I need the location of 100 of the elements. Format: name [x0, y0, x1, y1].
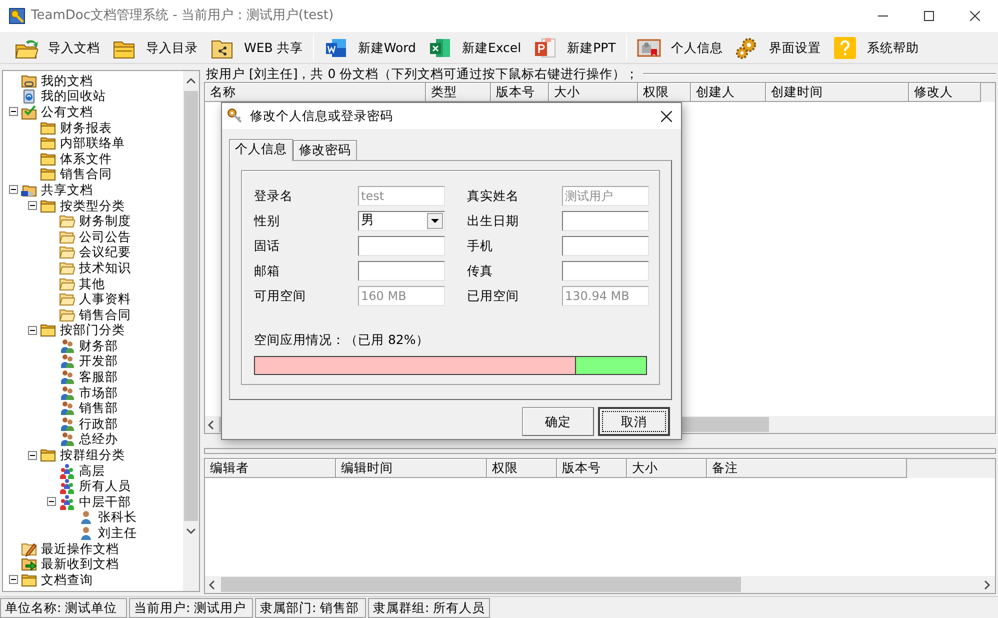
scroll-thumb[interactable] — [184, 91, 198, 521]
column-header[interactable]: 备注 — [707, 459, 907, 478]
toolbar-button[interactable]: 新建Word — [318, 32, 422, 62]
status-panel: 隶属部门: 销售部 — [255, 598, 366, 618]
column-header[interactable]: 版本号 — [557, 459, 627, 478]
document-list-caption: 按用户 [刘主任]，共 0 份文档（下列文档可通过按下鼠标右键进行操作）； — [205, 66, 639, 82]
vertical-scrollbar[interactable] — [183, 71, 199, 591]
people-icon — [59, 400, 75, 416]
column-header[interactable]: 大小 — [627, 459, 707, 478]
people-icon — [59, 431, 75, 448]
field-label: 固话 — [254, 238, 281, 254]
tree-item[interactable]: 会议纪要 — [78, 244, 132, 260]
column-header[interactable]: 编辑时间 — [336, 459, 487, 478]
tree-item[interactable]: 我的文档 — [40, 72, 94, 89]
maximize-icon — [924, 11, 934, 21]
tree-item[interactable]: 所有人员 — [78, 478, 132, 494]
collapse-toggle[interactable] — [28, 450, 36, 460]
people-group-icon — [59, 494, 75, 510]
tree-item[interactable]: 其他 — [78, 276, 106, 292]
tree-item[interactable]: 销售部 — [78, 400, 119, 416]
collapse-toggle[interactable] — [8, 575, 18, 584]
tree-item[interactable]: 市场部 — [78, 384, 119, 401]
field-label: 手机 — [467, 238, 494, 254]
input-field[interactable] — [562, 236, 649, 256]
input-field[interactable] — [562, 261, 649, 281]
tab[interactable]: 修改密码 — [293, 140, 357, 160]
tree-item[interactable]: 最新收到文档 — [40, 556, 120, 572]
dropdown-arrow-icon — [431, 218, 439, 224]
gears-icon — [734, 36, 759, 60]
tree-item[interactable]: 财务报表 — [59, 120, 113, 136]
tree-item[interactable]: 内部联络单 — [59, 135, 126, 152]
column-header[interactable]: 创建人 — [691, 83, 766, 102]
tree-item[interactable]: 体系文件 — [59, 150, 113, 167]
toolbar-button[interactable]: 新建PPT — [527, 32, 622, 62]
scroll-thumb[interactable] — [221, 577, 741, 592]
tree-item[interactable]: 按群组分类 — [59, 447, 126, 464]
toolbar-button[interactable]: 系统帮助 — [826, 32, 925, 62]
dialog-button[interactable]: 确定 — [522, 407, 594, 436]
tree-item[interactable]: 财务制度 — [78, 213, 132, 230]
collapse-toggle[interactable] — [28, 201, 36, 210]
tree-item[interactable]: 按部门分类 — [59, 322, 126, 338]
column-header[interactable]: 大小 — [549, 83, 638, 102]
open-folder-icon — [59, 260, 75, 276]
collapse-toggle[interactable] — [8, 107, 18, 116]
dialog-button[interactable]: 取消 — [598, 407, 670, 436]
tree-item[interactable]: 我的回收站 — [40, 88, 107, 104]
horizontal-scrollbar[interactable] — [205, 576, 995, 593]
gender-dropdown[interactable]: 男 — [358, 211, 445, 231]
tree-item[interactable]: 按类型分类 — [59, 198, 126, 214]
toolbar-button[interactable]: WEB 共享 — [204, 32, 309, 62]
column-header[interactable]: 创建时间 — [766, 83, 909, 102]
toolbar-button[interactable]: 新建Excel — [422, 32, 528, 62]
tree-item[interactable]: 销售合同 — [78, 306, 132, 323]
open-folder-icon — [59, 306, 75, 323]
column-header[interactable]: 类型 — [426, 83, 491, 102]
column-header[interactable]: 权限 — [638, 83, 691, 102]
tree-item[interactable]: 销售合同 — [59, 166, 113, 182]
column-header[interactable]: 版本号 — [491, 83, 549, 102]
open-folder-icon — [59, 244, 75, 260]
tree-item[interactable]: 共享文档 — [40, 182, 94, 198]
tree-item[interactable]: 高层 — [78, 462, 106, 479]
folder-icon — [40, 135, 56, 152]
keys-icon — [226, 107, 244, 125]
people-icon — [59, 369, 75, 386]
column-header[interactable]: 编辑者 — [205, 459, 336, 478]
input-field[interactable] — [358, 261, 445, 281]
tree-item[interactable]: 张科长 — [97, 509, 138, 526]
tree-item[interactable]: 开发部 — [78, 353, 119, 370]
person-icon — [78, 525, 94, 542]
toolbar-button[interactable]: 界面设置 — [728, 32, 827, 62]
open-folder-icon — [59, 213, 75, 230]
collapse-toggle[interactable] — [8, 185, 18, 194]
tree-item[interactable]: 客服部 — [78, 369, 119, 386]
tree-item[interactable]: 刘主任 — [97, 525, 138, 542]
toolbar-button[interactable]: 导入目录 — [106, 32, 204, 62]
tree-item[interactable]: 公司公告 — [78, 228, 132, 245]
tree-item[interactable]: 财务部 — [78, 338, 119, 354]
tree-item[interactable]: 中层干部 — [78, 494, 132, 510]
tree-item[interactable]: 行政部 — [78, 416, 119, 432]
open-folder-icon — [59, 291, 75, 308]
collapse-toggle[interactable] — [28, 326, 36, 335]
tree-item[interactable]: 人事资料 — [78, 291, 132, 308]
tree-item[interactable]: 技术知识 — [78, 260, 132, 276]
column-header[interactable]: 修改人 — [909, 83, 981, 102]
toolbar-button[interactable]: 个人信息 — [630, 32, 729, 62]
tree-item[interactable]: 总经办 — [78, 431, 119, 448]
open-folder-icon — [59, 276, 75, 292]
tree-item[interactable]: 最近操作文档 — [40, 540, 120, 557]
tree-item[interactable]: 文档查询 — [40, 572, 94, 588]
toolbar-button[interactable]: 导入文档 — [8, 32, 106, 62]
tab[interactable]: 个人信息 — [229, 139, 293, 161]
powerpoint-icon — [533, 36, 558, 60]
column-header[interactable]: 名称 — [205, 83, 426, 102]
folder-icon — [40, 166, 56, 182]
close-icon — [970, 11, 980, 21]
collapse-toggle[interactable] — [46, 497, 56, 506]
column-header[interactable]: 权限 — [487, 459, 557, 478]
tree-item[interactable]: 公有文档 — [40, 104, 94, 120]
input-field[interactable] — [562, 211, 649, 231]
input-field[interactable] — [358, 236, 445, 256]
